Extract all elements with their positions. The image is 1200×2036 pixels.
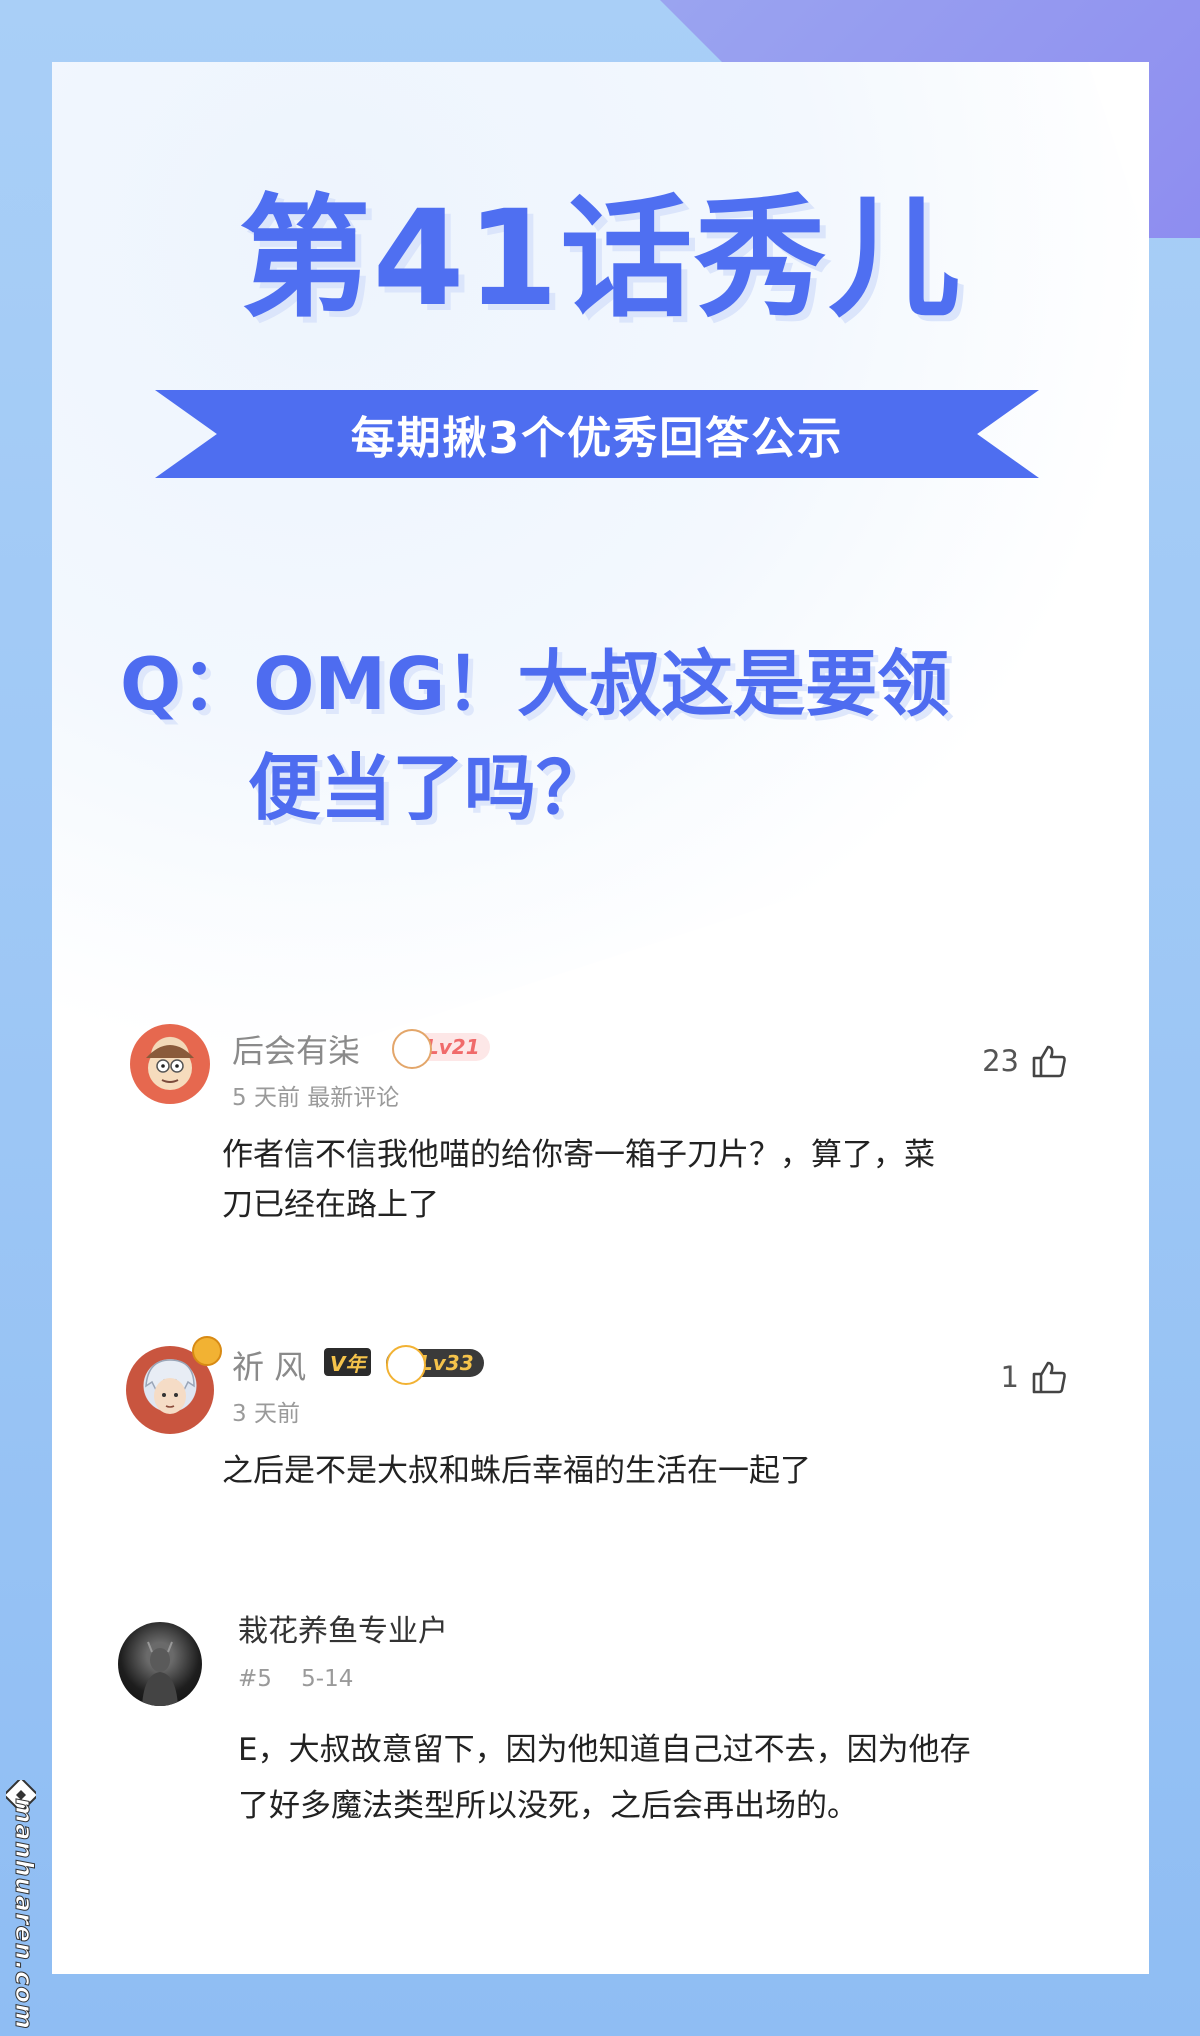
like-button[interactable]: 23 — [982, 1044, 1067, 1078]
comment-meta: #5 5-14 — [238, 1666, 354, 1692]
comment-text-line: 作者信不信我他喵的给你寄一箱子刀片？，算了，菜 — [222, 1137, 935, 1173]
like-button[interactable]: 1 — [1001, 1360, 1067, 1394]
crown-mascot-icon — [386, 1345, 426, 1385]
thumbs-up-icon — [1032, 1045, 1066, 1078]
ribbon-banner: 每期揪3个优秀回答公示 — [155, 390, 1039, 478]
comment-meta: 3 天前 — [232, 1401, 300, 1427]
username[interactable]: 后会有柒 — [232, 1026, 360, 1072]
comment-text: 作者信不信我他喵的给你寄一箱子刀片？，算了，菜 刀已经在路上了 — [222, 1130, 935, 1230]
question-line1: Q：OMG！大叔这是要领 — [120, 642, 950, 726]
avatar[interactable] — [130, 1024, 210, 1104]
avatar[interactable] — [118, 1622, 202, 1706]
level-badge: Lv33 — [386, 1345, 484, 1385]
avatar-dark-figure-icon — [142, 1641, 178, 1706]
question-line2: 便当了吗？ — [248, 746, 609, 830]
thumbs-up-icon — [1032, 1361, 1066, 1394]
content-card: 第41话秀儿 每期揪3个优秀回答公示 Q：OMG！大叔这是要领 便当了吗？ 后会… — [52, 62, 1149, 1974]
like-count: 23 — [982, 1044, 1019, 1078]
vip-badge: V年 — [324, 1348, 372, 1376]
ribbon-text: 每期揪3个优秀回答公示 — [350, 413, 844, 464]
comment-text-line: 之后是不是大叔和蛛后幸福的生活在一起了 — [222, 1453, 811, 1489]
comment-text-line: 了好多魔法类型所以没死，之后会再出场的。 — [238, 1788, 858, 1824]
username[interactable]: 栽花养鱼专业户 — [238, 1606, 448, 1650]
watermark-text: manhuaren.com — [9, 1798, 38, 2031]
username[interactable]: 祈 风 — [232, 1342, 306, 1388]
comment-text-line: E，大叔故意留下，因为他知道自己过不去，因为他存 — [238, 1732, 971, 1768]
page-title: 第41话秀儿 — [238, 182, 963, 336]
avatar-face-icon — [146, 1045, 194, 1090]
like-count: 1 — [1000, 1360, 1019, 1394]
comment-text: E，大叔故意留下，因为他知道自己过不去，因为他存 了好多魔法类型所以没死，之后会… — [238, 1722, 971, 1834]
level-badge: Lv21 — [392, 1029, 490, 1069]
coin-icon — [192, 1336, 222, 1366]
mascot-icon — [392, 1029, 432, 1069]
comment-text-line: 刀已经在路上了 — [222, 1187, 439, 1223]
watermark: manhuaren.com — [4, 1780, 38, 2030]
comment-meta: 5 天前 最新评论 — [232, 1085, 400, 1111]
question: Q：OMG！大叔这是要领 便当了吗？ — [120, 632, 949, 840]
comment-text: 之后是不是大叔和蛛后幸福的生活在一起了 — [222, 1446, 811, 1496]
